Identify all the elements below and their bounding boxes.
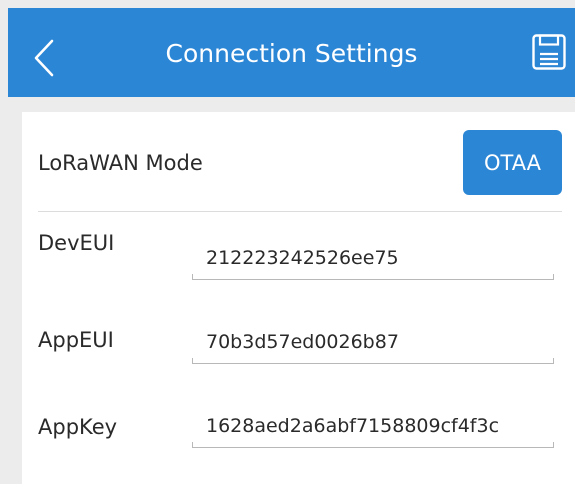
deveui-label: DevEUI	[38, 231, 115, 255]
save-button[interactable]	[530, 32, 568, 72]
lorawan-mode-label: LoRaWAN Mode	[38, 151, 203, 175]
settings-card: LoRaWAN Mode OTAA DevEUI 212223242526ee7…	[22, 112, 575, 484]
appkey-label: AppKey	[38, 415, 118, 439]
deveui-field[interactable]: 212223242526ee75	[192, 240, 554, 280]
appkey-value: 1628aed2a6abf7158809cf4f3c	[206, 415, 500, 437]
appeui-label: AppEUI	[38, 328, 114, 352]
deveui-value: 212223242526ee75	[206, 247, 399, 269]
appeui-field[interactable]: 70b3d57ed0026b87	[192, 324, 554, 364]
lorawan-mode-button[interactable]: OTAA	[463, 130, 562, 195]
floppy-disk-icon	[532, 34, 566, 70]
divider	[38, 211, 562, 212]
page-title: Connection Settings	[165, 39, 418, 68]
appeui-value: 70b3d57ed0026b87	[206, 331, 399, 353]
app-header: Connection Settings	[8, 8, 575, 97]
appkey-field[interactable]: 1628aed2a6abf7158809cf4f3c	[192, 408, 554, 448]
